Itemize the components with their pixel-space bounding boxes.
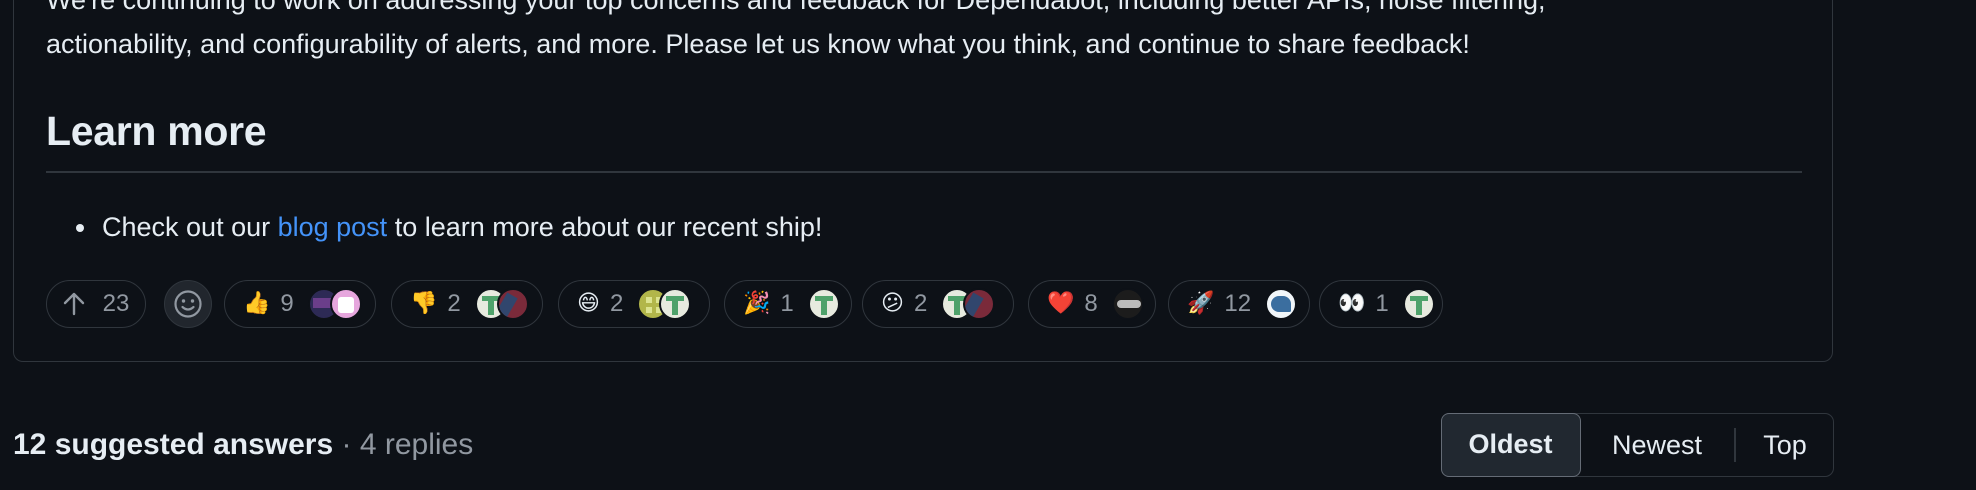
learn-more-list: Check out our blog post to learn more ab… <box>76 207 822 247</box>
avatar <box>963 288 996 320</box>
upvote-count: 23 <box>102 290 130 317</box>
arrow-up-icon <box>63 292 84 316</box>
reaction-hooray-button[interactable]: 🎉 1 <box>724 280 852 328</box>
reaction-count: 2 <box>447 290 461 317</box>
replies-count: 4 replies <box>359 428 474 461</box>
party-popper-icon: 🎉 <box>743 291 771 316</box>
reaction-avatars <box>941 288 996 320</box>
bullet-suffix: to learn more about our recent ship! <box>387 212 823 242</box>
avatar <box>1265 288 1298 320</box>
answers-summary: 12 suggested answers · 4 replies <box>13 428 473 462</box>
reaction-thumbs-down-button[interactable]: 👎 2 <box>391 280 543 328</box>
avatar <box>1402 288 1435 320</box>
avatar <box>1111 288 1144 320</box>
reaction-avatars <box>1265 288 1298 320</box>
upvote-button[interactable]: 23 <box>46 280 146 328</box>
suggested-answers-count: 12 suggested answers <box>13 428 334 461</box>
reaction-avatars <box>474 288 529 320</box>
reaction-avatars <box>1402 288 1435 320</box>
thumbs-down-icon: 👎 <box>410 291 438 316</box>
laugh-icon: 😄 <box>577 291 600 316</box>
reaction-avatars <box>807 288 840 320</box>
reaction-avatars <box>307 288 362 320</box>
reaction-count: 1 <box>780 290 794 317</box>
confused-face-icon: 😕 <box>881 291 904 316</box>
reaction-count: 2 <box>913 290 928 317</box>
sort-top-button[interactable]: Top <box>1736 414 1834 476</box>
rocket-icon: 🚀 <box>1187 291 1215 316</box>
add-reaction-button[interactable] <box>164 280 212 328</box>
reaction-avatars <box>1111 288 1144 320</box>
reaction-eyes-button[interactable]: 👀 1 <box>1319 280 1443 328</box>
sort-newest-button[interactable]: Newest <box>1582 414 1732 476</box>
avatar <box>329 288 362 320</box>
reaction-count: 12 <box>1224 290 1252 317</box>
sort-segmented-control: Oldest Newest Top <box>1440 412 1834 477</box>
summary-separator: · <box>333 428 360 461</box>
continuing-paragraph: We're continuing to work on addressing y… <box>46 0 1786 66</box>
heart-icon: ❤️ <box>1047 291 1075 316</box>
list-item: Check out our blog post to learn more ab… <box>76 207 822 247</box>
reaction-count: 8 <box>1084 290 1098 317</box>
bullet-prefix: Check out our <box>102 212 278 242</box>
reaction-confused-button[interactable]: 😕 2 <box>862 280 1014 328</box>
avatar <box>496 288 529 320</box>
eyes-icon: 👀 <box>1338 291 1366 316</box>
paragraph-line-2: actionability, and configurability of al… <box>46 29 1470 59</box>
sort-oldest-button[interactable]: Oldest <box>1440 412 1581 477</box>
smiley-icon <box>174 290 202 318</box>
paragraph-line-1: We're continuing to work on addressing y… <box>46 0 1546 15</box>
learn-more-heading: Learn more <box>46 108 267 154</box>
reaction-thumbs-up-button[interactable]: 👍 9 <box>224 280 376 328</box>
reaction-count: 9 <box>280 290 294 317</box>
reaction-count: 1 <box>1375 290 1389 317</box>
reaction-laugh-button[interactable]: 😄 2 <box>558 280 710 328</box>
reaction-count: 2 <box>609 290 624 317</box>
thumbs-up-icon: 👍 <box>243 291 271 316</box>
avatar <box>807 288 840 320</box>
blog-post-link[interactable]: blog post <box>278 212 388 242</box>
reaction-rocket-button[interactable]: 🚀 12 <box>1168 280 1310 328</box>
heading-divider <box>46 171 1802 173</box>
reaction-avatars <box>637 288 692 320</box>
avatar <box>659 288 692 320</box>
reaction-heart-button[interactable]: ❤️ 8 <box>1028 280 1156 328</box>
